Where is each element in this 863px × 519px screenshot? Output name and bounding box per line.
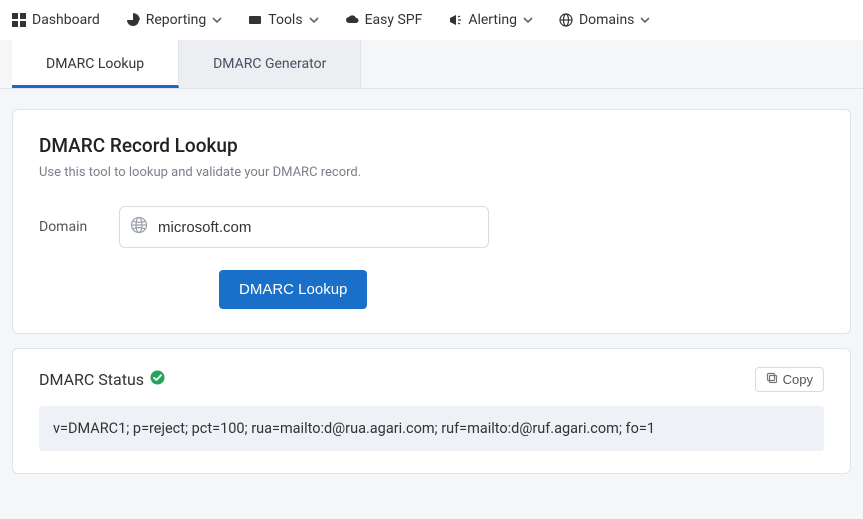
tab-label: DMARC Lookup: [46, 56, 144, 72]
chevron-down-icon: [640, 15, 650, 25]
nav-label: Easy SPF: [365, 12, 423, 28]
nav-label: Dashboard: [32, 12, 100, 28]
lookup-card: DMARC Record Lookup Use this tool to loo…: [12, 109, 851, 334]
chevron-down-icon: [309, 15, 319, 25]
nav-easy-spf[interactable]: Easy SPF: [345, 12, 423, 28]
domain-form-row: Domain: [39, 206, 824, 248]
chevron-down-icon: [523, 15, 533, 25]
copy-label: Copy: [783, 372, 813, 387]
nav-label: Domains: [579, 12, 634, 28]
content-area: DMARC Record Lookup Use this tool to loo…: [0, 89, 863, 474]
chevron-down-icon: [212, 15, 222, 25]
domain-label: Domain: [39, 219, 99, 235]
nav-reporting[interactable]: Reporting: [126, 12, 223, 28]
nav-tools[interactable]: Tools: [248, 12, 318, 28]
nav-dashboard[interactable]: Dashboard: [12, 12, 100, 28]
check-circle-icon: [150, 370, 165, 389]
status-header: DMARC Status Copy: [39, 367, 824, 392]
domain-input[interactable]: [158, 219, 478, 236]
nav-domains[interactable]: Domains: [559, 12, 650, 28]
nav-alerting[interactable]: Alerting: [448, 12, 533, 28]
top-nav: Dashboard Reporting Tools Easy SPF Alert…: [0, 0, 863, 40]
nav-label: Alerting: [468, 12, 517, 28]
dmarc-record: v=DMARC1; p=reject; pct=100; rua=mailto:…: [39, 406, 824, 451]
tabs: DMARC Lookup DMARC Generator: [0, 40, 863, 89]
megaphone-icon: [448, 13, 462, 27]
nav-label: Reporting: [146, 12, 207, 28]
status-title-group: DMARC Status: [39, 370, 165, 389]
copy-icon: [766, 372, 778, 387]
tools-icon: [248, 13, 262, 27]
status-card: DMARC Status Copy v=DMARC1; p=reject; pc…: [12, 348, 851, 474]
card-subtitle: Use this tool to lookup and validate you…: [39, 165, 824, 180]
dmarc-lookup-button[interactable]: DMARC Lookup: [219, 270, 367, 309]
status-title: DMARC Status: [39, 370, 144, 389]
tab-dmarc-generator[interactable]: DMARC Generator: [179, 40, 361, 88]
globe-icon: [130, 216, 148, 238]
cloud-icon: [345, 13, 359, 27]
dashboard-icon: [12, 13, 26, 27]
copy-button[interactable]: Copy: [755, 367, 824, 392]
domain-input-wrap[interactable]: [119, 206, 489, 248]
pie-chart-icon: [126, 13, 140, 27]
button-row: DMARC Lookup: [39, 270, 824, 309]
tab-label: DMARC Generator: [213, 56, 326, 72]
globe-icon: [559, 13, 573, 27]
nav-label: Tools: [268, 12, 302, 28]
card-title: DMARC Record Lookup: [39, 134, 824, 157]
tab-dmarc-lookup[interactable]: DMARC Lookup: [12, 40, 179, 88]
